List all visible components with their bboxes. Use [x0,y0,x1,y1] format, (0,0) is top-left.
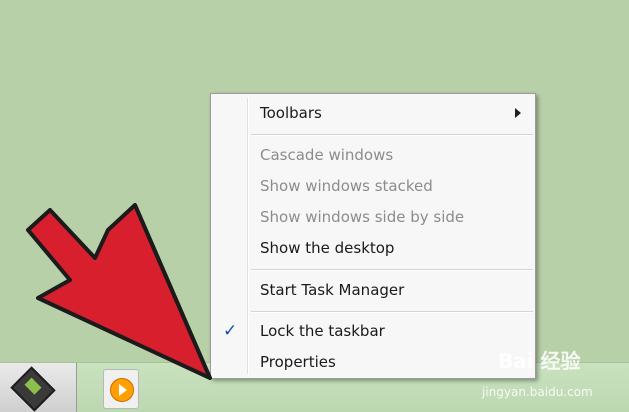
baidu-watermark-logo: Bai 经验 [498,349,581,373]
baidu-watermark-url: jingyan.baidu.com [482,385,593,399]
